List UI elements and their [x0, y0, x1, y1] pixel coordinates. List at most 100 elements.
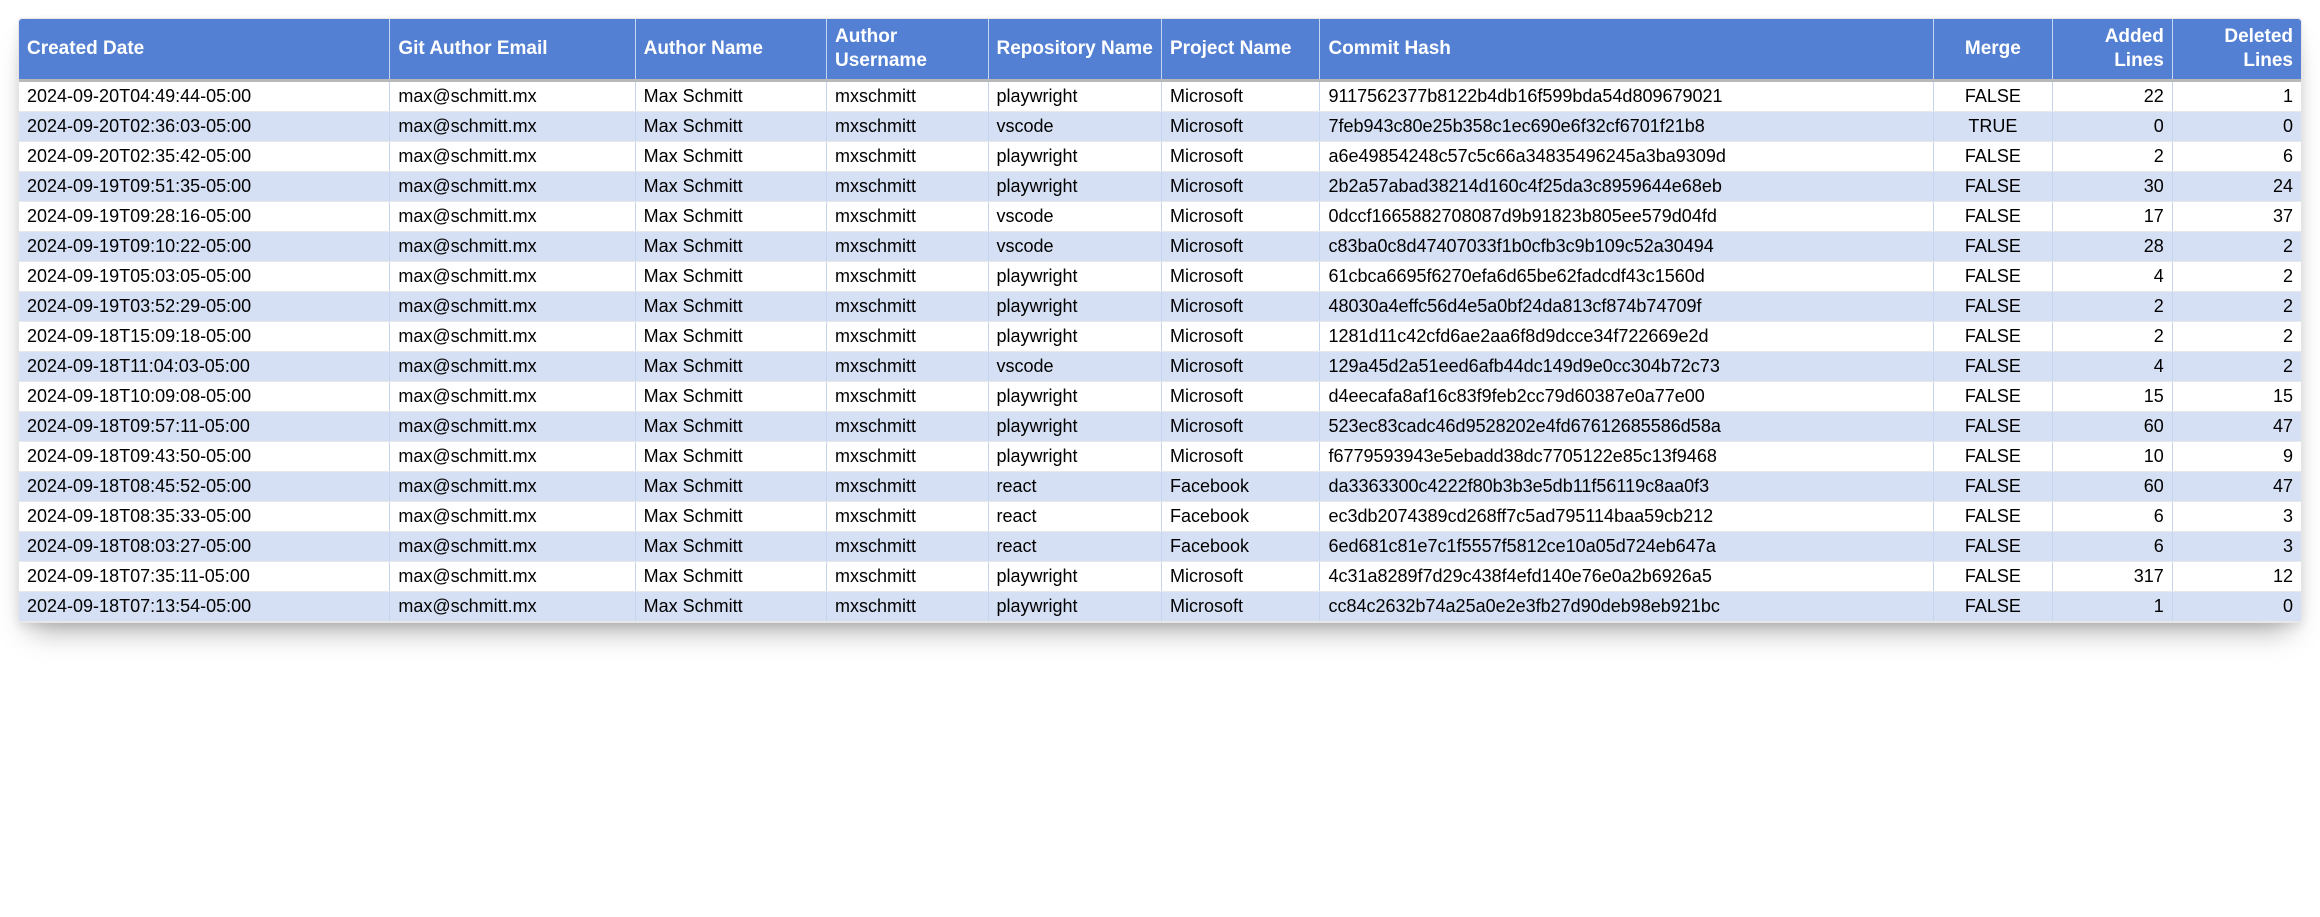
table-row[interactable]: 2024-09-20T04:49:44-05:00max@schmitt.mxM…: [19, 80, 2301, 111]
cell-author: Max Schmitt: [635, 531, 826, 561]
cell-created: 2024-09-19T03:52:29-05:00: [19, 291, 390, 321]
table-row[interactable]: 2024-09-18T10:09:08-05:00max@schmitt.mxM…: [19, 381, 2301, 411]
table-row[interactable]: 2024-09-18T08:45:52-05:00max@schmitt.mxM…: [19, 471, 2301, 501]
cell-author: Max Schmitt: [635, 141, 826, 171]
cell-created: 2024-09-18T10:09:08-05:00: [19, 381, 390, 411]
cell-username: mxschmitt: [827, 80, 989, 111]
table-row[interactable]: 2024-09-19T09:51:35-05:00max@schmitt.mxM…: [19, 171, 2301, 201]
table-row[interactable]: 2024-09-19T03:52:29-05:00max@schmitt.mxM…: [19, 291, 2301, 321]
table-row[interactable]: 2024-09-20T02:36:03-05:00max@schmitt.mxM…: [19, 111, 2301, 141]
cell-author: Max Schmitt: [635, 291, 826, 321]
cell-created: 2024-09-18T09:57:11-05:00: [19, 411, 390, 441]
table-row[interactable]: 2024-09-18T08:35:33-05:00max@schmitt.mxM…: [19, 501, 2301, 531]
cell-added: 2: [2053, 291, 2173, 321]
cell-project: Microsoft: [1161, 291, 1320, 321]
cell-merge: FALSE: [1933, 201, 2053, 231]
cell-email: max@schmitt.mx: [390, 441, 635, 471]
cell-username: mxschmitt: [827, 501, 989, 531]
cell-added: 0: [2053, 111, 2173, 141]
column-header-deleted[interactable]: Deleted Lines: [2172, 19, 2301, 80]
cell-deleted: 15: [2172, 381, 2301, 411]
cell-deleted: 2: [2172, 321, 2301, 351]
cell-repo: playwright: [988, 441, 1161, 471]
column-header-username[interactable]: Author Username: [827, 19, 989, 80]
cell-added: 17: [2053, 201, 2173, 231]
cell-deleted: 2: [2172, 291, 2301, 321]
cell-created: 2024-09-20T02:35:42-05:00: [19, 141, 390, 171]
cell-repo: playwright: [988, 321, 1161, 351]
cell-deleted: 3: [2172, 531, 2301, 561]
table-row[interactable]: 2024-09-18T09:43:50-05:00max@schmitt.mxM…: [19, 441, 2301, 471]
cell-username: mxschmitt: [827, 171, 989, 201]
cell-repo: playwright: [988, 80, 1161, 111]
cell-email: max@schmitt.mx: [390, 591, 635, 621]
cell-author: Max Schmitt: [635, 441, 826, 471]
cell-email: max@schmitt.mx: [390, 321, 635, 351]
cell-username: mxschmitt: [827, 231, 989, 261]
cell-username: mxschmitt: [827, 201, 989, 231]
table-row[interactable]: 2024-09-18T09:57:11-05:00max@schmitt.mxM…: [19, 411, 2301, 441]
cell-hash: 48030a4effc56d4e5a0bf24da813cf874b74709f: [1320, 291, 1933, 321]
cell-author: Max Schmitt: [635, 231, 826, 261]
cell-hash: d4eecafa8af16c83f9feb2cc79d60387e0a77e00: [1320, 381, 1933, 411]
column-header-added[interactable]: Added Lines: [2053, 19, 2173, 80]
table-row[interactable]: 2024-09-18T15:09:18-05:00max@schmitt.mxM…: [19, 321, 2301, 351]
cell-created: 2024-09-20T04:49:44-05:00: [19, 80, 390, 111]
table-row[interactable]: 2024-09-20T02:35:42-05:00max@schmitt.mxM…: [19, 141, 2301, 171]
cell-username: mxschmitt: [827, 531, 989, 561]
table-row[interactable]: 2024-09-18T07:35:11-05:00max@schmitt.mxM…: [19, 561, 2301, 591]
cell-hash: 2b2a57abad38214d160c4f25da3c8959644e68eb: [1320, 171, 1933, 201]
cell-project: Microsoft: [1161, 381, 1320, 411]
cell-created: 2024-09-18T08:03:27-05:00: [19, 531, 390, 561]
cell-project: Facebook: [1161, 471, 1320, 501]
cell-project: Microsoft: [1161, 141, 1320, 171]
cell-hash: 4c31a8289f7d29c438f4efd140e76e0a2b6926a5: [1320, 561, 1933, 591]
cell-merge: FALSE: [1933, 591, 2053, 621]
cell-added: 2: [2053, 321, 2173, 351]
column-header-author[interactable]: Author Name: [635, 19, 826, 80]
cell-author: Max Schmitt: [635, 171, 826, 201]
cell-hash: cc84c2632b74a25a0e2e3fb27d90deb98eb921bc: [1320, 591, 1933, 621]
commits-table: Created DateGit Author EmailAuthor NameA…: [19, 19, 2301, 622]
cell-repo: playwright: [988, 261, 1161, 291]
table-row[interactable]: 2024-09-18T11:04:03-05:00max@schmitt.mxM…: [19, 351, 2301, 381]
cell-merge: FALSE: [1933, 471, 2053, 501]
cell-author: Max Schmitt: [635, 111, 826, 141]
cell-hash: da3363300c4222f80b3b3e5db11f56119c8aa0f3: [1320, 471, 1933, 501]
cell-author: Max Schmitt: [635, 501, 826, 531]
table-row[interactable]: 2024-09-19T05:03:05-05:00max@schmitt.mxM…: [19, 261, 2301, 291]
table-row[interactable]: 2024-09-18T08:03:27-05:00max@schmitt.mxM…: [19, 531, 2301, 561]
cell-added: 10: [2053, 441, 2173, 471]
cell-merge: FALSE: [1933, 381, 2053, 411]
cell-added: 6: [2053, 531, 2173, 561]
cell-merge: FALSE: [1933, 80, 2053, 111]
column-header-created[interactable]: Created Date: [19, 19, 390, 80]
cell-author: Max Schmitt: [635, 381, 826, 411]
column-header-hash[interactable]: Commit Hash: [1320, 19, 1933, 80]
cell-hash: 6ed681c81e7c1f5557f5812ce10a05d724eb647a: [1320, 531, 1933, 561]
cell-created: 2024-09-20T02:36:03-05:00: [19, 111, 390, 141]
cell-deleted: 0: [2172, 591, 2301, 621]
cell-email: max@schmitt.mx: [390, 471, 635, 501]
cell-deleted: 24: [2172, 171, 2301, 201]
column-header-merge[interactable]: Merge: [1933, 19, 2053, 80]
cell-project: Microsoft: [1161, 201, 1320, 231]
table-row[interactable]: 2024-09-19T09:10:22-05:00max@schmitt.mxM…: [19, 231, 2301, 261]
column-header-project[interactable]: Project Name: [1161, 19, 1320, 80]
cell-email: max@schmitt.mx: [390, 561, 635, 591]
cell-deleted: 0: [2172, 111, 2301, 141]
cell-deleted: 47: [2172, 411, 2301, 441]
cell-merge: FALSE: [1933, 261, 2053, 291]
cell-deleted: 12: [2172, 561, 2301, 591]
cell-deleted: 9: [2172, 441, 2301, 471]
column-header-repo[interactable]: Repository Name: [988, 19, 1161, 80]
cell-author: Max Schmitt: [635, 351, 826, 381]
cell-email: max@schmitt.mx: [390, 231, 635, 261]
cell-added: 28: [2053, 231, 2173, 261]
cell-project: Microsoft: [1161, 561, 1320, 591]
cell-repo: react: [988, 531, 1161, 561]
column-header-email[interactable]: Git Author Email: [390, 19, 635, 80]
table-row[interactable]: 2024-09-18T07:13:54-05:00max@schmitt.mxM…: [19, 591, 2301, 621]
cell-created: 2024-09-19T09:10:22-05:00: [19, 231, 390, 261]
table-row[interactable]: 2024-09-19T09:28:16-05:00max@schmitt.mxM…: [19, 201, 2301, 231]
